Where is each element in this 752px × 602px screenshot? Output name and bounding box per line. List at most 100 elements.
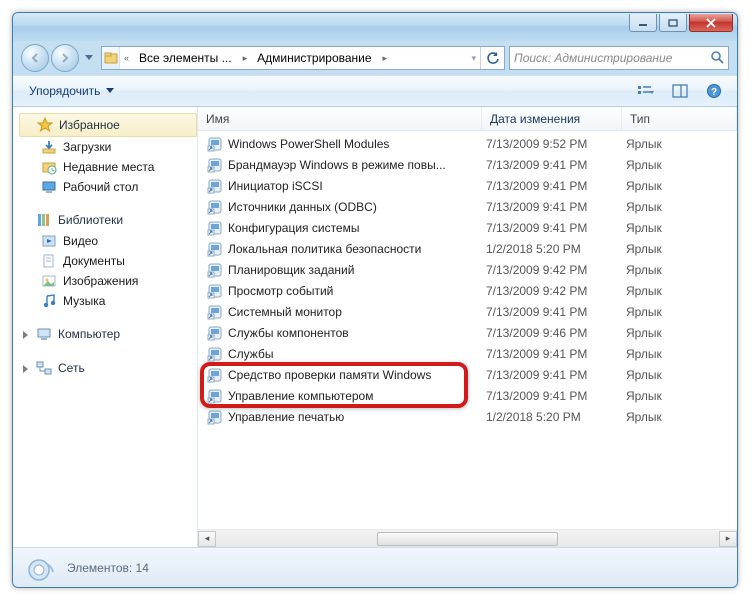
pictures-icon	[41, 273, 57, 289]
file-row[interactable]: Управление компьютером7/13/2009 9:41 PMЯ…	[198, 385, 737, 406]
file-name: Windows PowerShell Modules	[228, 137, 486, 151]
file-row[interactable]: Службы компонентов7/13/2009 9:46 PMЯрлык	[198, 322, 737, 343]
column-name[interactable]: Имя	[198, 107, 482, 130]
sidebar-item[interactable]: Видео	[19, 231, 197, 251]
address-dropdown-icon[interactable]: ▾	[467, 53, 480, 64]
shortcut-icon	[206, 325, 224, 341]
nav-history-dropdown[interactable]	[81, 48, 97, 68]
view-options-button[interactable]	[633, 80, 659, 102]
search-input[interactable]: Поиск: Администрирование	[509, 46, 729, 70]
maximize-button[interactable]	[659, 14, 687, 32]
status-bar: Элементов: 14	[13, 547, 737, 587]
favorites-label: Избранное	[59, 118, 120, 132]
video-icon	[41, 233, 57, 249]
file-name: Системный монитор	[228, 305, 486, 319]
shortcut-icon	[206, 367, 224, 383]
file-date: 1/2/2018 5:20 PM	[486, 410, 626, 424]
shortcut-icon	[206, 241, 224, 257]
address-bar[interactable]: « Все элементы ... ▸ Администрирование ▸…	[101, 46, 505, 70]
file-row[interactable]: Просмотр событий7/13/2009 9:42 PMЯрлык	[198, 280, 737, 301]
documents-icon	[41, 253, 57, 269]
body: Избранное Загрузки Недавние места Рабочий …	[13, 107, 737, 547]
scroll-track[interactable]	[216, 531, 719, 547]
shortcut-icon	[206, 136, 224, 152]
column-headers: Имя Дата изменения Тип	[198, 107, 737, 131]
shortcut-icon	[206, 199, 224, 215]
file-row[interactable]: Службы7/13/2009 9:41 PMЯрлык	[198, 343, 737, 364]
file-row[interactable]: Брандмауэр Windows в режиме повы...7/13/…	[198, 154, 737, 175]
preview-pane-button[interactable]	[667, 80, 693, 102]
toolbar: Упорядочить ?	[13, 75, 737, 107]
file-type: Ярлык	[626, 284, 662, 298]
chevron-right-icon: ▸	[379, 53, 392, 64]
scroll-right-icon[interactable]: ▸	[719, 531, 737, 547]
file-type: Ярлык	[626, 368, 662, 382]
sidebar-item-label: Загрузки	[63, 140, 111, 154]
sidebar-network[interactable]: Сеть	[19, 357, 197, 379]
sidebar-item[interactable]: Изображения	[19, 271, 197, 291]
file-date: 7/13/2009 9:41 PM	[486, 179, 626, 193]
back-button[interactable]	[21, 44, 49, 72]
scroll-left-icon[interactable]: ◂	[198, 531, 216, 547]
file-type: Ярлык	[626, 326, 662, 340]
sidebar-item[interactable]: Документы	[19, 251, 197, 271]
file-row[interactable]: Инициатор iSCSI7/13/2009 9:41 PMЯрлык	[198, 175, 737, 196]
breadcrumb-segment[interactable]: Администрирование	[251, 47, 378, 69]
file-row[interactable]: Источники данных (ODBC)7/13/2009 9:41 PM…	[198, 196, 737, 217]
shortcut-icon	[206, 388, 224, 404]
sidebar-item-label: Недавние места	[63, 160, 154, 174]
forward-button[interactable]	[51, 44, 79, 72]
computer-label: Компьютер	[58, 327, 120, 341]
libraries-label: Библиотеки	[58, 213, 123, 227]
file-row[interactable]: Локальная политика безопасности1/2/2018 …	[198, 238, 737, 259]
disclosure-icon	[23, 365, 28, 373]
breadcrumb-root: Все элементы ...	[139, 51, 232, 65]
shortcut-icon	[206, 304, 224, 320]
status-text: Элементов: 14	[67, 561, 149, 575]
file-row[interactable]: Планировщик заданий7/13/2009 9:42 PMЯрлы…	[198, 259, 737, 280]
sidebar-item[interactable]: Загрузки	[19, 137, 197, 157]
breadcrumb-segment[interactable]: Все элементы ...	[133, 47, 239, 69]
file-row[interactable]: Конфигурация системы7/13/2009 9:41 PMЯрл…	[198, 217, 737, 238]
file-date: 7/13/2009 9:41 PM	[486, 347, 626, 361]
sidebar-item[interactable]: Рабочий стол	[19, 177, 197, 197]
file-type: Ярлык	[626, 410, 662, 424]
help-button[interactable]: ?	[701, 80, 727, 102]
minimize-button[interactable]	[629, 14, 657, 32]
shortcut-icon	[206, 220, 224, 236]
network-icon	[36, 360, 52, 376]
file-name: Источники данных (ODBC)	[228, 200, 486, 214]
column-type[interactable]: Тип	[622, 107, 737, 130]
sidebar-item-label: Музыка	[63, 294, 105, 308]
sidebar-item[interactable]: Недавние места	[19, 157, 197, 177]
sidebar-libraries-header[interactable]: Библиотеки	[19, 209, 197, 231]
computer-icon	[36, 326, 52, 342]
organize-menu[interactable]: Упорядочить	[23, 80, 120, 102]
sidebar-item[interactable]: Музыка	[19, 291, 197, 311]
file-row[interactable]: Управление печатью1/2/2018 5:20 PMЯрлык	[198, 406, 737, 427]
close-button[interactable]	[689, 14, 733, 32]
sidebar-favorites-header[interactable]: Избранное	[19, 113, 197, 137]
file-type: Ярлык	[626, 158, 662, 172]
file-date: 7/13/2009 9:42 PM	[486, 284, 626, 298]
sidebar-item-label: Изображения	[63, 274, 138, 288]
desktop-icon	[41, 179, 57, 195]
horizontal-scrollbar[interactable]: ◂ ▸	[198, 529, 737, 547]
column-date[interactable]: Дата изменения	[482, 107, 622, 130]
file-row[interactable]: Системный монитор7/13/2009 9:41 PMЯрлык	[198, 301, 737, 322]
sidebar-computer[interactable]: Компьютер	[19, 323, 197, 345]
file-row[interactable]: Средство проверки памяти Windows7/13/200…	[198, 364, 737, 385]
file-type: Ярлык	[626, 221, 662, 235]
file-date: 1/2/2018 5:20 PM	[486, 242, 626, 256]
file-type: Ярлык	[626, 242, 662, 256]
shortcut-icon	[206, 346, 224, 362]
organize-label: Упорядочить	[29, 84, 100, 98]
scroll-thumb[interactable]	[377, 532, 558, 546]
file-name: Локальная политика безопасности	[228, 242, 486, 256]
chevron-right-icon: ▸	[239, 53, 252, 64]
refresh-button[interactable]	[480, 47, 504, 69]
breadcrumb-prev-icon[interactable]: «	[120, 53, 133, 63]
file-row[interactable]: Windows PowerShell Modules7/13/2009 9:52…	[198, 133, 737, 154]
file-type: Ярлык	[626, 179, 662, 193]
file-type: Ярлык	[626, 200, 662, 214]
